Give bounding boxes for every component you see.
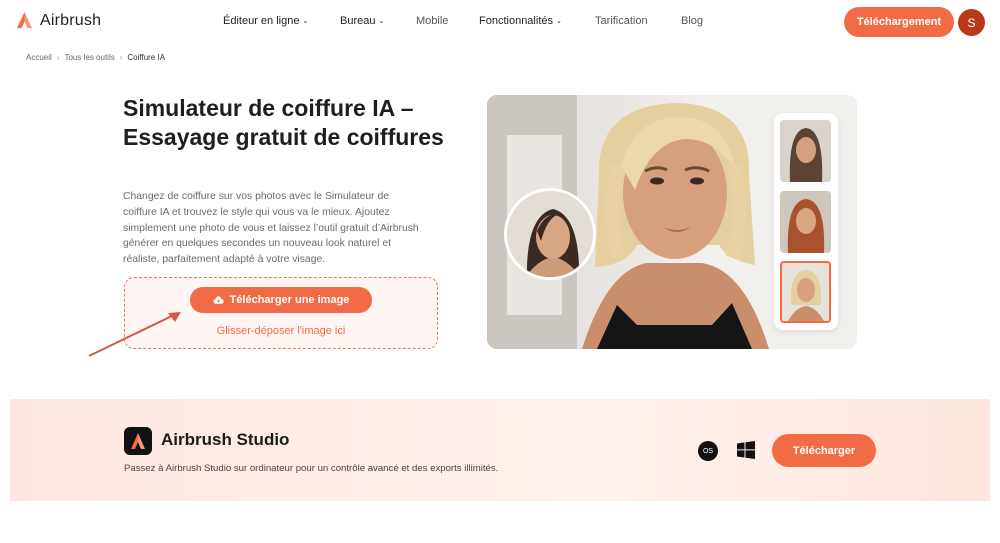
chevron-right-icon: › bbox=[119, 53, 123, 62]
page-title: Simulateur de coiffure IA – Essayage gra… bbox=[123, 95, 444, 150]
chevron-down-icon: ⌄ bbox=[302, 18, 309, 25]
nav-label: Fonctionnalités bbox=[479, 15, 553, 27]
hairstyle-thumb-image bbox=[780, 191, 831, 253]
hero-description: Changez de coiffure sur vos photos avec … bbox=[123, 191, 419, 266]
studio-description: Passez à Airbrush Studio sur ordinateur … bbox=[124, 463, 499, 474]
chevron-down-icon: ⌄ bbox=[378, 18, 385, 25]
nav-label: Éditeur en ligne bbox=[223, 15, 300, 27]
hairstyle-thumb-image bbox=[782, 263, 829, 321]
nav-label: Tarification bbox=[595, 15, 648, 27]
nav-blog[interactable]: Blog bbox=[681, 15, 703, 27]
upload-button-label: Télécharger une image bbox=[229, 294, 350, 306]
cloud-upload-icon bbox=[213, 295, 224, 304]
breadcrumb-home[interactable]: Accueil bbox=[26, 53, 52, 62]
breadcrumb-current: Coiffure IA bbox=[127, 53, 166, 62]
windows-icon[interactable] bbox=[737, 441, 755, 459]
brand[interactable]: Airbrush bbox=[15, 11, 101, 30]
studio-download-button[interactable]: Télécharger bbox=[772, 434, 876, 467]
nav-label: Mobile bbox=[416, 15, 449, 27]
breadcrumb-all-tools[interactable]: Tous les outils bbox=[64, 53, 114, 62]
top-header: Airbrush Éditeur en ligne ⌄ Bureau ⌄ Mobil… bbox=[0, 0, 1000, 44]
hairstyle-option-blonde-bob[interactable] bbox=[780, 261, 831, 323]
nav-editeur-en-ligne[interactable]: Éditeur en ligne ⌄ bbox=[223, 15, 308, 27]
upload-image-button[interactable]: Télécharger une image bbox=[190, 287, 372, 313]
hairstyle-options bbox=[774, 113, 838, 330]
nav-label: Bureau bbox=[340, 15, 376, 27]
studio-title: Airbrush Studio bbox=[161, 430, 290, 449]
airbrush-studio-logo-icon bbox=[124, 427, 152, 455]
original-photo-thumbnail bbox=[504, 188, 596, 280]
hairstyle-option-brunette-waves[interactable] bbox=[780, 120, 831, 182]
macos-label: OS bbox=[702, 447, 714, 455]
nav-mobile[interactable]: Mobile bbox=[416, 15, 448, 27]
header-download-button[interactable]: Téléchargement bbox=[844, 7, 954, 37]
nav-tarification[interactable]: Tarification bbox=[595, 15, 648, 27]
nav-fonctionnalites[interactable]: Fonctionnalités ⌄ bbox=[479, 15, 562, 27]
macos-icon[interactable]: OS bbox=[698, 441, 718, 461]
chevron-down-icon: ⌄ bbox=[556, 18, 562, 25]
breadcrumb: Accueil › Tous les outils › Coiffure IA bbox=[26, 53, 165, 62]
nav-bureau[interactable]: Bureau ⌄ bbox=[340, 15, 384, 27]
avatar[interactable]: S bbox=[958, 9, 985, 36]
hairstyle-option-copper-curls[interactable] bbox=[780, 191, 831, 253]
pointer-arrow-icon bbox=[88, 312, 181, 357]
nav-label: Blog bbox=[681, 15, 704, 27]
brand-name: Airbrush bbox=[40, 11, 102, 29]
chevron-right-icon: › bbox=[56, 53, 60, 62]
airbrush-logo-icon bbox=[16, 11, 33, 29]
hairstyle-thumb-image bbox=[780, 120, 831, 182]
studio-banner: Airbrush Studio Passez à Airbrush Studio… bbox=[10, 399, 990, 501]
